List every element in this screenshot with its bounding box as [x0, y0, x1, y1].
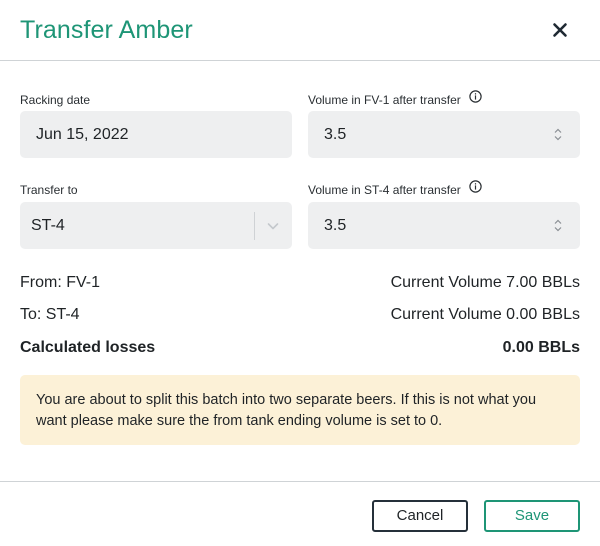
calculated-losses-label: Calculated losses [20, 339, 156, 356]
select-divider [254, 212, 255, 240]
transfer-to-value: ST-4 [31, 217, 65, 234]
calculated-losses-value: 0.00 BBLs [502, 339, 580, 356]
racking-date-field[interactable]: Jun 15, 2022 [20, 111, 292, 158]
volume-dest-label: Volume in ST-4 after transfer [308, 180, 482, 199]
racking-date-value: Jun 15, 2022 [36, 126, 129, 143]
close-button[interactable] [548, 18, 572, 42]
dialog-header: Transfer Amber [0, 0, 600, 61]
to-tank-volume: Current Volume 0.00 BBLs [390, 306, 580, 323]
volume-source-value: 3.5 [324, 126, 347, 143]
from-tank-label: From: FV-1 [20, 274, 101, 291]
volume-dest-input[interactable]: 3.5 [308, 202, 580, 249]
split-batch-warning: You are about to split this batch into t… [20, 375, 580, 445]
volume-dest-label-text: Volume in ST-4 after transfer [308, 183, 461, 197]
stepper-icon[interactable] [553, 217, 563, 234]
chevron-down-icon[interactable] [265, 218, 281, 234]
info-icon[interactable] [469, 180, 482, 197]
volume-source-label: Volume in FV-1 after transfer [308, 90, 482, 109]
save-button[interactable]: Save [484, 500, 580, 532]
close-icon [553, 23, 567, 37]
stepper-icon[interactable] [553, 126, 563, 143]
transfer-to-select[interactable]: ST-4 [20, 202, 292, 249]
volume-dest-value: 3.5 [324, 217, 347, 234]
volume-source-label-text: Volume in FV-1 after transfer [308, 93, 461, 107]
dialog-footer: Cancel Save [0, 481, 600, 546]
to-tank-label: To: ST-4 [20, 306, 80, 323]
info-icon[interactable] [469, 90, 482, 107]
cancel-button[interactable]: Cancel [372, 500, 468, 532]
transfer-to-label: Transfer to [20, 183, 78, 197]
volume-source-input[interactable]: 3.5 [308, 111, 580, 158]
from-tank-volume: Current Volume 7.00 BBLs [390, 274, 580, 291]
racking-date-label: Racking date [20, 93, 91, 107]
transfer-dialog: Transfer Amber Racking date Jun 15, 2022… [0, 0, 600, 545]
dialog-title: Transfer Amber [20, 16, 193, 44]
